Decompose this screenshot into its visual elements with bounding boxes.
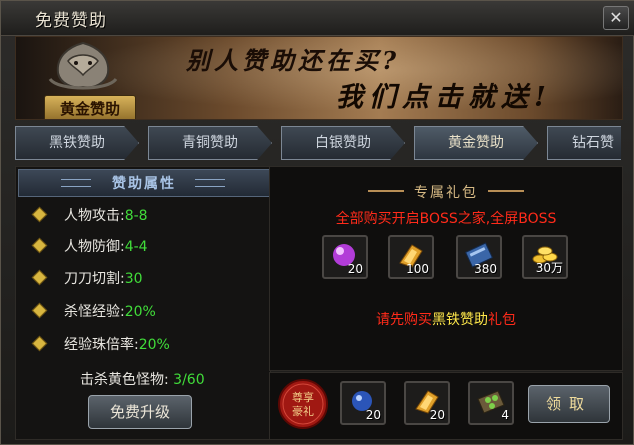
free-upgrade-button[interactable]: 免费升级 [88,395,192,429]
tab-silver[interactable]: 白银赞助 [281,126,405,160]
attribute-label: 人物防御: [64,239,125,255]
title-bar[interactable]: 免费赞助 ✕ [1,1,634,36]
item-count: 100 [406,262,429,276]
close-icon: ✕ [609,8,623,27]
reward-panel: 尊享 豪礼 20 20 4 领取 [269,372,623,440]
attribute-value: 30 [124,271,143,287]
slogan-line-2: 我们点击就送! [336,82,552,113]
tier-tabs: 黑铁赞助 青铜赞助 白银赞助 黄金赞助 钻石赞 [15,124,621,160]
header-ornament-right [195,179,225,187]
reward-item[interactable]: 4 [468,381,514,425]
notice-prefix: 请先购买 [376,312,432,328]
diamond-bullet-icon [31,206,48,223]
attribute-header: 赞助属性 [18,169,270,197]
attribute-title: 赞助属性 [112,176,176,192]
close-button[interactable]: ✕ [603,6,629,30]
attribute-value: 20% [124,304,156,320]
attribute-label: 经验珠倍率: [64,337,139,353]
gift-item[interactable]: 20 [322,235,368,279]
header-ornament-right [488,190,524,192]
purchase-notice: 请先购买黑铁赞助礼包 [270,309,622,329]
seal-icon: 尊享 豪礼 [278,379,328,429]
diamond-bullet-icon [31,237,48,254]
gift-panel: 专属礼包 全部购买开启BOSS之家,全屏BOSS 20 100 380 30万 … [269,166,623,371]
attribute-value: 4-4 [124,239,148,255]
item-count: 380 [474,262,497,276]
claim-button[interactable]: 领取 [528,385,610,423]
kill-label: 击杀黄色怪物: [80,372,169,388]
gift-description: 全部购买开启BOSS之家,全屏BOSS [335,211,557,227]
item-count: 4 [501,408,509,422]
attribute-label: 人物攻击: [64,208,125,224]
window-title: 免费赞助 [35,11,107,31]
sponsor-window: 免费赞助 ✕ 黄金赞助 别人赞助还在买? 我们点击就送! 黑铁赞助 青铜赞助 白… [0,0,634,445]
promo-banner: 黄金赞助 别人赞助还在买? 我们点击就送! [15,36,623,120]
item-count: 20 [347,262,363,276]
tab-diamond[interactable]: 钻石赞 [547,126,621,160]
gift-item[interactable]: 30万 [522,235,568,279]
attribute-value: 8-8 [124,208,148,224]
seal-text-bottom: 豪礼 [292,404,314,418]
tab-bronze[interactable]: 青铜赞助 [148,126,272,160]
item-count: 20 [429,408,445,422]
kill-progress: 击杀黄色怪物: 3/60 [80,369,205,389]
reward-item[interactable]: 20 [340,381,386,425]
item-count: 20 [365,408,381,422]
diamond-bullet-icon [31,335,48,352]
diamond-bullet-icon [31,269,48,286]
item-count: 30万 [535,261,563,275]
dragon-emblem-icon [48,41,118,90]
slogan-line-1: 别人赞助还在买? [186,46,401,75]
attribute-label: 杀怪经验: [64,304,125,320]
kill-count: 3/60 [173,372,205,388]
gift-title: 专属礼包 [414,185,478,201]
attribute-label: 刀刀切割: [64,271,125,287]
gift-item[interactable]: 380 [456,235,502,279]
reward-item[interactable]: 20 [404,381,450,425]
attribute-panel: 赞助属性 人物攻击:8-8 人物防御:4-4 刀刀切割:30 杀怪经验:20% … [15,166,271,440]
gift-item[interactable]: 100 [388,235,434,279]
notice-suffix: 礼包 [488,312,516,328]
tier-badge: 黄金赞助 [44,95,136,119]
attribute-value: 20% [138,337,170,353]
notice-highlight[interactable]: 黑铁赞助 [432,312,488,328]
tab-iron[interactable]: 黑铁赞助 [15,126,139,160]
tab-gold[interactable]: 黄金赞助 [414,126,538,160]
diamond-bullet-icon [31,302,48,319]
seal-text-top: 尊享 [292,390,314,404]
